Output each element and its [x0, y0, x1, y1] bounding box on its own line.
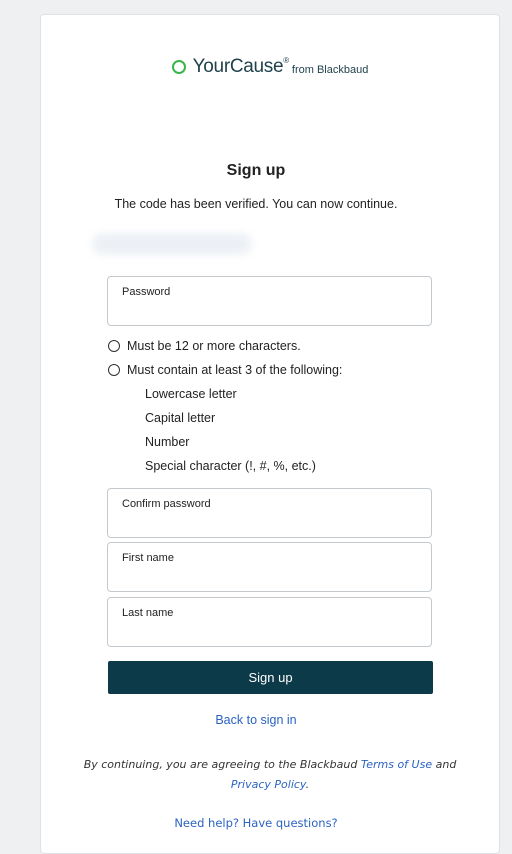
- legal-period: .: [305, 778, 310, 791]
- legal-and: and: [435, 758, 457, 771]
- legal-notice: By continuing, you are agreeing to the B…: [60, 755, 480, 795]
- subrule-lowercase: Lowercase letter: [145, 387, 237, 401]
- logo-ring-icon: [171, 60, 186, 74]
- confirm-password-field[interactable]: Confirm password: [107, 488, 432, 538]
- legal-prefix: By continuing, you are agreeing to the B…: [83, 758, 358, 771]
- password-rules: Must be 12 or more characters. Must cont…: [108, 336, 342, 480]
- last-name-label: Last name: [122, 607, 174, 619]
- password-field[interactable]: Password: [107, 276, 432, 326]
- confirm-password-label: Confirm password: [122, 498, 211, 510]
- subrule-number: Number: [145, 435, 190, 449]
- subrule-capital: Capital letter: [145, 411, 216, 425]
- rule-text: Must contain at least 3 of the following…: [127, 363, 343, 377]
- rule-complexity: Must contain at least 3 of the following…: [108, 360, 342, 380]
- rule-text: Must be 12 or more characters.: [127, 339, 301, 353]
- first-name-field[interactable]: First name: [107, 542, 432, 592]
- page-title: Sign up: [226, 162, 286, 179]
- complexity-subrules: Lowercase letter Capital letter Number S…: [145, 384, 342, 476]
- first-name-label: First name: [122, 552, 174, 564]
- password-input[interactable]: [122, 299, 417, 319]
- privacy-policy-link[interactable]: Privacy Policy: [231, 778, 306, 791]
- blurred-text: [92, 233, 252, 255]
- password-label: Password: [122, 286, 171, 298]
- logo-suffix: from Blackbaud: [291, 64, 369, 76]
- back-to-sign-in-link[interactable]: Back to sign in: [0, 713, 512, 727]
- last-name-input[interactable]: [122, 620, 417, 640]
- help-link[interactable]: Need help? Have questions?: [0, 816, 512, 830]
- first-name-input[interactable]: [122, 565, 417, 585]
- subrule-special: Special character (!, #, %, etc.): [145, 459, 316, 473]
- sign-up-button[interactable]: Sign up: [108, 661, 433, 694]
- rule-status-circle-icon: [108, 340, 120, 352]
- confirm-password-input[interactable]: [122, 511, 417, 531]
- last-name-field[interactable]: Last name: [107, 597, 432, 647]
- yourcause-logo: YourCause® from Blackbaud: [41, 56, 499, 77]
- logo-brand: YourCause®: [192, 56, 290, 77]
- rule-length: Must be 12 or more characters.: [108, 336, 342, 356]
- verification-message: The code has been verified. You can now …: [114, 197, 398, 211]
- rule-status-circle-icon: [108, 364, 120, 376]
- terms-of-use-link[interactable]: Terms of Use: [361, 758, 432, 771]
